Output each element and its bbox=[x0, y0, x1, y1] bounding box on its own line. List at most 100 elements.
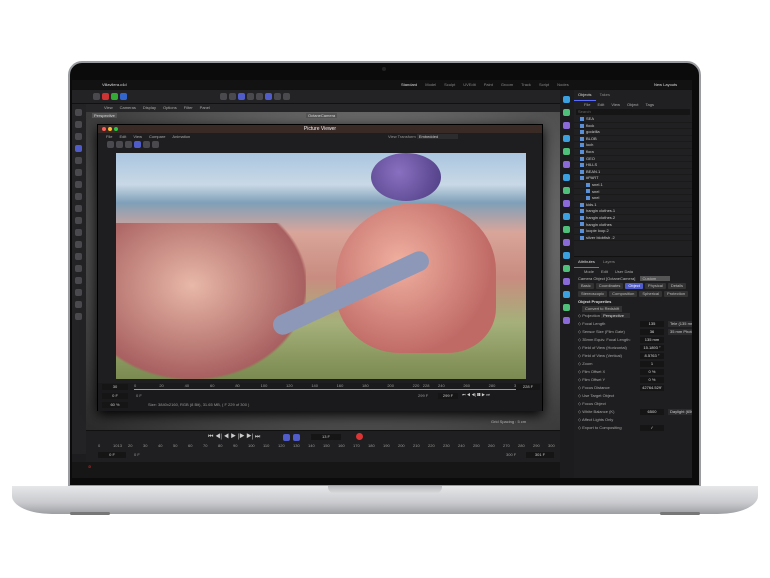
object-row[interactable]: godzilla bbox=[574, 129, 692, 136]
tool-icon[interactable] bbox=[75, 217, 82, 224]
loop-icon[interactable] bbox=[283, 434, 290, 441]
object-row[interactable]: HILLS bbox=[574, 162, 692, 169]
prop-tab-details[interactable]: Details bbox=[667, 283, 687, 289]
object-tool-icon[interactable] bbox=[563, 304, 570, 311]
tool-icon[interactable] bbox=[75, 205, 82, 212]
object-row[interactable]: SEA bbox=[574, 116, 692, 123]
tool-icon[interactable] bbox=[75, 145, 82, 152]
pv-field[interactable]: 0 F bbox=[102, 393, 128, 399]
prop-value[interactable]: ✓ bbox=[640, 425, 664, 431]
layout-tab-script[interactable]: Script bbox=[535, 80, 553, 90]
attributes-tab[interactable]: Attributes bbox=[574, 257, 599, 268]
object-row[interactable]: loch bbox=[574, 142, 692, 149]
prop-extra[interactable]: 35 mm Photo bbox=[668, 329, 692, 335]
viewport-menu-options[interactable]: Options bbox=[163, 105, 177, 110]
prop-value[interactable]: 0 % bbox=[640, 369, 664, 375]
tool-icon[interactable] bbox=[75, 157, 82, 164]
object-tool-icon[interactable] bbox=[563, 317, 570, 324]
viewport-menu-filter[interactable]: Filter bbox=[184, 105, 193, 110]
prop-value[interactable]: 42764.529' bbox=[640, 385, 664, 391]
open-icon[interactable] bbox=[107, 141, 114, 148]
layout-tab-groom[interactable]: Groom bbox=[497, 80, 517, 90]
pv-menu-compare[interactable]: Compare bbox=[149, 134, 165, 139]
tool-icon[interactable] bbox=[75, 193, 82, 200]
search-input[interactable]: Search bbox=[576, 109, 690, 115]
objects-menu-edit[interactable]: Edit bbox=[597, 102, 604, 107]
tool-icon[interactable] bbox=[75, 313, 82, 320]
object-tool-icon[interactable] bbox=[563, 278, 570, 285]
tool-icon[interactable] bbox=[75, 241, 82, 248]
prop-tab-coordinates[interactable]: Coordinates bbox=[595, 283, 624, 289]
axis-z-icon[interactable] bbox=[120, 93, 127, 100]
object-tool-icon[interactable] bbox=[563, 161, 570, 168]
object-tool-icon[interactable] bbox=[563, 200, 570, 207]
bounce-icon[interactable] bbox=[293, 434, 300, 441]
object-row[interactable]: snel.1 bbox=[574, 182, 692, 189]
pv-field[interactable]: 30 bbox=[102, 384, 128, 390]
tool-icon[interactable] bbox=[75, 277, 82, 284]
object-row[interactable]: flock bbox=[574, 123, 692, 130]
attributes-menu-edit[interactable]: Edit bbox=[601, 269, 608, 274]
object-tool-icon[interactable] bbox=[563, 135, 570, 142]
object-row[interactable]: snel bbox=[574, 189, 692, 196]
pv-playback-controls[interactable]: ⏮ ◀ ◀| ❚❚ ▶ ⏭ bbox=[462, 392, 490, 397]
object-row[interactable]: silver blobfish .2 bbox=[574, 235, 692, 242]
layout-tab-track[interactable]: Track bbox=[517, 80, 535, 90]
prop-value[interactable]: 6500 bbox=[640, 409, 664, 415]
tool-icon[interactable] bbox=[75, 301, 82, 308]
prop-tab-composition[interactable]: Composition bbox=[609, 291, 638, 297]
prop-tab-stereoscopic[interactable]: Stereoscopic bbox=[578, 291, 608, 297]
object-tool-icon[interactable] bbox=[563, 265, 570, 272]
object-row[interactable]: BLOB bbox=[574, 136, 692, 143]
end-field[interactable]: 301 F bbox=[526, 452, 554, 458]
objects-tab[interactable]: Objects bbox=[574, 90, 596, 101]
object-row[interactable]: loopie loop.2 bbox=[574, 228, 692, 235]
compare-icon[interactable] bbox=[152, 141, 159, 148]
prop-value[interactable]: 1 bbox=[640, 361, 664, 367]
object-tool-icon[interactable] bbox=[563, 148, 570, 155]
camera-label[interactable]: OctaneCamera bbox=[306, 113, 338, 118]
prop-value[interactable]: 0 % bbox=[640, 377, 664, 383]
viewport-menu-display[interactable]: Display bbox=[143, 105, 156, 110]
file-tab[interactable]: Villavilera.c4d bbox=[102, 80, 127, 90]
attributes-menu-mode[interactable]: Mode bbox=[584, 269, 594, 274]
object-row[interactable]: hangin clothes.2 bbox=[574, 215, 692, 222]
pv-menu-animation[interactable]: Animation bbox=[172, 134, 190, 139]
prop-extra[interactable]: Tele (135 mm) bbox=[668, 321, 692, 327]
light-icon[interactable] bbox=[274, 93, 282, 100]
playback-controls[interactable]: ⏮ ◀| ◀ ▶ |▶ ▶| ⏭ bbox=[208, 434, 260, 441]
object-tool-icon[interactable] bbox=[563, 213, 570, 220]
object-row[interactable]: GEO bbox=[574, 156, 692, 163]
layout-tab-sculpt[interactable]: Sculpt bbox=[440, 80, 459, 90]
tool-icon[interactable] bbox=[75, 169, 82, 176]
object-tool-icon[interactable] bbox=[563, 187, 570, 194]
objects-menu-file[interactable]: File bbox=[584, 102, 590, 107]
object-tool-icon[interactable] bbox=[563, 109, 570, 116]
object-tool-icon[interactable] bbox=[563, 226, 570, 233]
tool-icon[interactable] bbox=[75, 229, 82, 236]
object-row[interactable]: flora bbox=[574, 149, 692, 156]
viewport-menu-panel[interactable]: Panel bbox=[200, 105, 210, 110]
tool-icon[interactable] bbox=[75, 181, 82, 188]
projection-select[interactable]: Perspective bbox=[601, 313, 631, 318]
prop-tab-object[interactable]: Object bbox=[625, 283, 643, 289]
object-tool-icon[interactable] bbox=[563, 252, 570, 259]
prop-extra[interactable]: Daylight (6500 K) bbox=[668, 409, 692, 415]
prop-value[interactable]: 36 bbox=[640, 329, 664, 335]
pv-menu-edit[interactable]: Edit bbox=[119, 134, 126, 139]
object-row[interactable]: hangin clothes.1 bbox=[574, 208, 692, 215]
objects-menu-object[interactable]: Object bbox=[627, 102, 639, 107]
object-tool-icon[interactable] bbox=[563, 239, 570, 246]
objects-menu-view[interactable]: View bbox=[611, 102, 620, 107]
prop-tab-basic[interactable]: Basic bbox=[578, 283, 594, 289]
tool-icon[interactable] bbox=[75, 133, 82, 140]
object-row[interactable]: hangin clothes bbox=[574, 222, 692, 229]
prop-value[interactable]: 135 mm bbox=[640, 337, 664, 343]
zoom-field[interactable]: 60 % bbox=[102, 402, 128, 408]
layout-tab-model[interactable]: Model bbox=[421, 80, 440, 90]
workplane-icon[interactable] bbox=[256, 93, 264, 100]
object-tool-icon[interactable] bbox=[563, 96, 570, 103]
attributes-menu-user-data[interactable]: User Data bbox=[615, 269, 633, 274]
viewport-menu-cameras[interactable]: Cameras bbox=[120, 105, 136, 110]
prop-tab-protection[interactable]: Protection bbox=[664, 291, 689, 297]
